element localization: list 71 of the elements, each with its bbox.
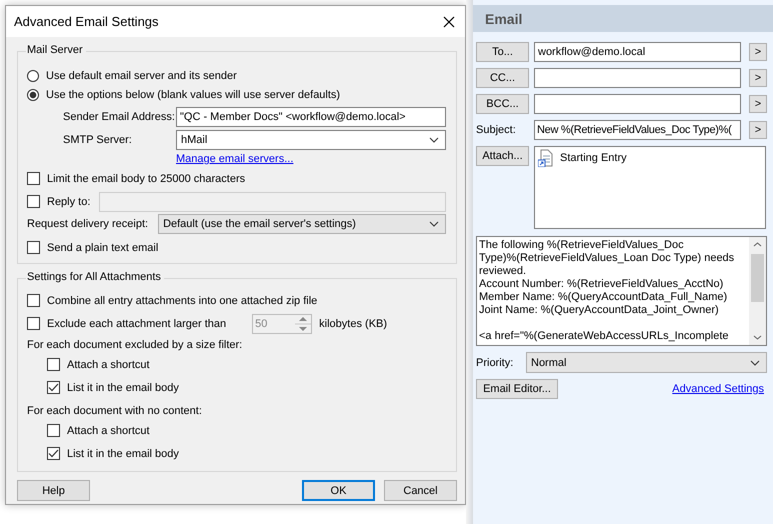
- check-icon: [48, 383, 59, 392]
- subject-field[interactable]: New %(RetrieveFieldValues_Doc Type)%(: [534, 120, 741, 140]
- unit-label: kilobytes (KB): [319, 318, 388, 330]
- checkbox-label: Limit the email body to 25000 characters: [47, 172, 246, 184]
- checkbox[interactable]: [47, 381, 60, 394]
- checkbox[interactable]: [47, 424, 60, 437]
- text-line: Type)%(RetrieveFieldValues_Loan Doc Type) needs: [479, 252, 734, 265]
- insert-button[interactable]: >: [749, 69, 767, 87]
- group-title: Settings for All Attachments: [26, 271, 164, 283]
- text-line: reviewed.: [479, 265, 528, 278]
- field-label: SMTP Server:: [63, 134, 133, 146]
- section-label: For each document with no content:: [27, 404, 203, 418]
- section-label: For each document excluded by a size filter:: [27, 338, 244, 352]
- chevron-icon: [429, 221, 439, 227]
- email-editor-button[interactable]: Email Editor...: [476, 379, 558, 399]
- chevron-icon: [429, 137, 439, 143]
- checkbox[interactable]: [27, 317, 40, 330]
- priority-dropdown[interactable]: Normal: [526, 352, 767, 373]
- insert-button[interactable]: >: [749, 43, 767, 61]
- checkbox-label: Attach a shortcut: [67, 424, 150, 436]
- text-line: Member Name: %(QueryAccountData_Full_Name): [479, 291, 728, 304]
- dialog-button[interactable]: OK: [302, 480, 375, 501]
- text-line: Joint Name: %(QueryAccountData_Joint_Owner): [479, 304, 720, 317]
- radio-button[interactable]: [27, 88, 39, 100]
- attachment-item[interactable]: Starting Entry: [560, 152, 627, 164]
- panel-header: Email: [473, 5, 773, 32]
- checkbox[interactable]: [27, 195, 40, 208]
- checkbox-label: Reply to:: [47, 196, 90, 208]
- manage-link[interactable]: Manage email servers...: [176, 153, 294, 165]
- radio-label: Use default email server and its sender: [46, 70, 237, 82]
- dialog-title: Advanced Email Settings: [14, 14, 159, 29]
- dialog-button[interactable]: Help: [17, 480, 90, 501]
- group-title: Mail Server: [26, 44, 86, 56]
- field-label: Request delivery receipt:: [27, 218, 148, 230]
- recipient-button[interactable]: CC...: [476, 68, 529, 88]
- radio-button[interactable]: [27, 70, 39, 82]
- checkbox-label: List it in the email body: [67, 382, 179, 394]
- checkbox-label: Attach a shortcut: [67, 358, 150, 370]
- advanced-settings-link[interactable]: Advanced Settings: [672, 383, 764, 395]
- field-label: Subject:: [476, 124, 517, 136]
- text-line: The following %(RetrieveFieldValues_Doc: [479, 239, 685, 252]
- recipient-button[interactable]: To...: [476, 42, 529, 62]
- close-icon: [443, 16, 455, 28]
- chevron-icon: [750, 360, 760, 366]
- checkbox[interactable]: [47, 447, 60, 460]
- recipient-field[interactable]: [534, 94, 741, 114]
- checkbox-label: Exclude each attachment larger than: [47, 318, 226, 330]
- check-icon: [48, 449, 59, 458]
- attach-button[interactable]: Attach...: [476, 146, 529, 166]
- checkbox[interactable]: [27, 172, 40, 185]
- radio-label: Use the options below (blank values will use server defaults): [46, 88, 340, 100]
- dialog-button[interactable]: Cancel: [384, 480, 457, 501]
- recipient-field[interactable]: workflow@demo.local: [534, 42, 741, 62]
- checkbox[interactable]: [47, 358, 60, 371]
- checkbox[interactable]: [27, 294, 40, 307]
- checkbox-label: Send a plain text email: [47, 242, 158, 254]
- smtp-dropdown[interactable]: hMail: [176, 130, 446, 150]
- insert-button[interactable]: >: [749, 95, 767, 113]
- document-shortcut-icon: [538, 149, 554, 167]
- receipt-dropdown[interactable]: Default (use the email server's settings): [158, 214, 446, 234]
- body-text-area[interactable]: [476, 236, 767, 346]
- checkbox[interactable]: [27, 241, 40, 254]
- sender-field[interactable]: "QC - Member Docs" <workflow@demo.local>: [176, 107, 446, 127]
- recipient-field[interactable]: [534, 68, 741, 88]
- insert-button[interactable]: >: [749, 121, 767, 139]
- field-label: Priority:: [476, 356, 514, 368]
- checkbox-label: Combine all entry attachments into one attached zip file: [47, 294, 318, 306]
- text-line: <a href="%(GenerateWebAccessURLs_Incomplete: [479, 330, 730, 343]
- text-line: Account Number: %(RetrieveFieldValues_AcctNo): [479, 278, 724, 291]
- checkbox-label: List it in the email body: [67, 448, 179, 460]
- recipient-button[interactable]: BCC...: [476, 94, 529, 114]
